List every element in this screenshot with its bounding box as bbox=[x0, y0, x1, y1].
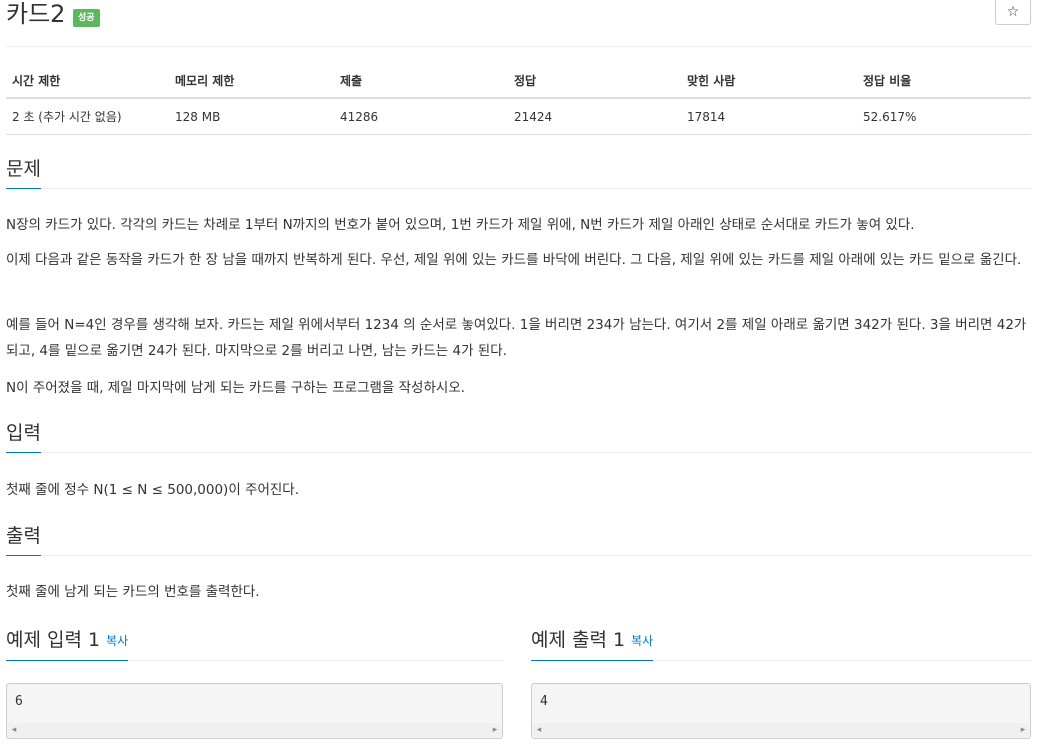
header-accept-ratio: 정답 비율 bbox=[857, 64, 1031, 99]
problem-section-header: 문제 bbox=[6, 156, 1031, 189]
sample-input-box[interactable]: 6 ◂ ▸ bbox=[6, 683, 503, 739]
sample-output-title: 예제 출력 1 bbox=[531, 629, 626, 651]
star-icon: ☆ bbox=[1006, 4, 1020, 20]
value-time-limit: 2 초 (추가 시간 없음) bbox=[6, 98, 169, 135]
sample-output-header: 예제 출력 1 복사 bbox=[531, 627, 1031, 661]
page-header: 카드2 성공 ☆ bbox=[6, 0, 1031, 47]
horizontal-scrollbar[interactable]: ◂ ▸ bbox=[533, 723, 1029, 737]
sample-input-header: 예제 입력 1 복사 bbox=[6, 627, 503, 661]
scroll-left-icon[interactable]: ◂ bbox=[533, 723, 545, 737]
input-description: 첫째 줄에 정수 N(1 ≤ N ≤ 500,000)이 주어진다. bbox=[6, 482, 300, 498]
problem-paragraph: 이제 다음과 같은 동작을 카드가 한 장 남을 때까지 반복하게 된다. 우선… bbox=[6, 252, 1022, 268]
header-accepted: 정답 bbox=[508, 64, 681, 99]
problem-heading: 문제 bbox=[6, 156, 41, 189]
value-submissions: 41286 bbox=[334, 98, 508, 135]
table-header-row: 시간 제한 메모리 제한 제출 정답 맞힌 사람 정답 비율 bbox=[6, 64, 1031, 99]
problem-paragraph: N이 주어졌을 때, 제일 마지막에 남게 되는 카드를 구하는 프로그램을 작… bbox=[6, 380, 466, 396]
table-row: 2 초 (추가 시간 없음) 128 MB 41286 21424 17814 … bbox=[6, 98, 1031, 135]
header-time-limit: 시간 제한 bbox=[6, 64, 169, 99]
problem-title: 카드2 bbox=[6, 0, 66, 28]
input-section-header: 입력 bbox=[6, 420, 1031, 453]
value-accept-ratio: 52.617% bbox=[857, 98, 1031, 135]
value-memory-limit: 128 MB bbox=[169, 98, 334, 135]
horizontal-scrollbar[interactable]: ◂ ▸ bbox=[8, 723, 501, 737]
sample-input-heading: 예제 입력 1 복사 bbox=[6, 627, 129, 661]
scroll-left-icon[interactable]: ◂ bbox=[8, 723, 20, 737]
header-memory-limit: 메모리 제한 bbox=[169, 64, 334, 99]
status-badge: 성공 bbox=[73, 9, 100, 27]
header-submissions: 제출 bbox=[334, 64, 508, 99]
sample-output-heading: 예제 출력 1 복사 bbox=[531, 627, 654, 661]
sample-input-value: 6 bbox=[15, 694, 23, 709]
sample-input-title: 예제 입력 1 bbox=[6, 629, 101, 651]
output-description: 첫째 줄에 남게 되는 카드의 번호를 출력한다. bbox=[6, 584, 260, 600]
problem-paragraph: N장의 카드가 있다. 각각의 카드는 차례로 1부터 N까지의 번호가 붙어 … bbox=[6, 217, 915, 233]
favorite-star-button[interactable]: ☆ bbox=[995, 0, 1031, 25]
sample-output-box[interactable]: 4 ◂ ▸ bbox=[531, 683, 1031, 739]
problem-paragraph: 예를 들어 N=4인 경우를 생각해 보자. 카드는 제일 위에서부터 1234… bbox=[6, 317, 1027, 359]
output-heading: 출력 bbox=[6, 523, 41, 556]
scroll-right-icon[interactable]: ▸ bbox=[489, 723, 501, 737]
sample-output-value: 4 bbox=[540, 694, 548, 709]
problem-info-table: 시간 제한 메모리 제한 제출 정답 맞힌 사람 정답 비율 2 초 (추가 시… bbox=[6, 64, 1031, 135]
scroll-right-icon[interactable]: ▸ bbox=[1017, 723, 1029, 737]
output-section-header: 출력 bbox=[6, 523, 1031, 556]
header-solvers: 맞힌 사람 bbox=[681, 64, 857, 99]
value-solvers: 17814 bbox=[681, 98, 857, 135]
copy-sample-output-button[interactable]: 복사 bbox=[631, 634, 653, 648]
input-heading: 입력 bbox=[6, 420, 41, 453]
copy-sample-input-button[interactable]: 복사 bbox=[106, 634, 128, 648]
value-accepted: 21424 bbox=[508, 98, 681, 135]
